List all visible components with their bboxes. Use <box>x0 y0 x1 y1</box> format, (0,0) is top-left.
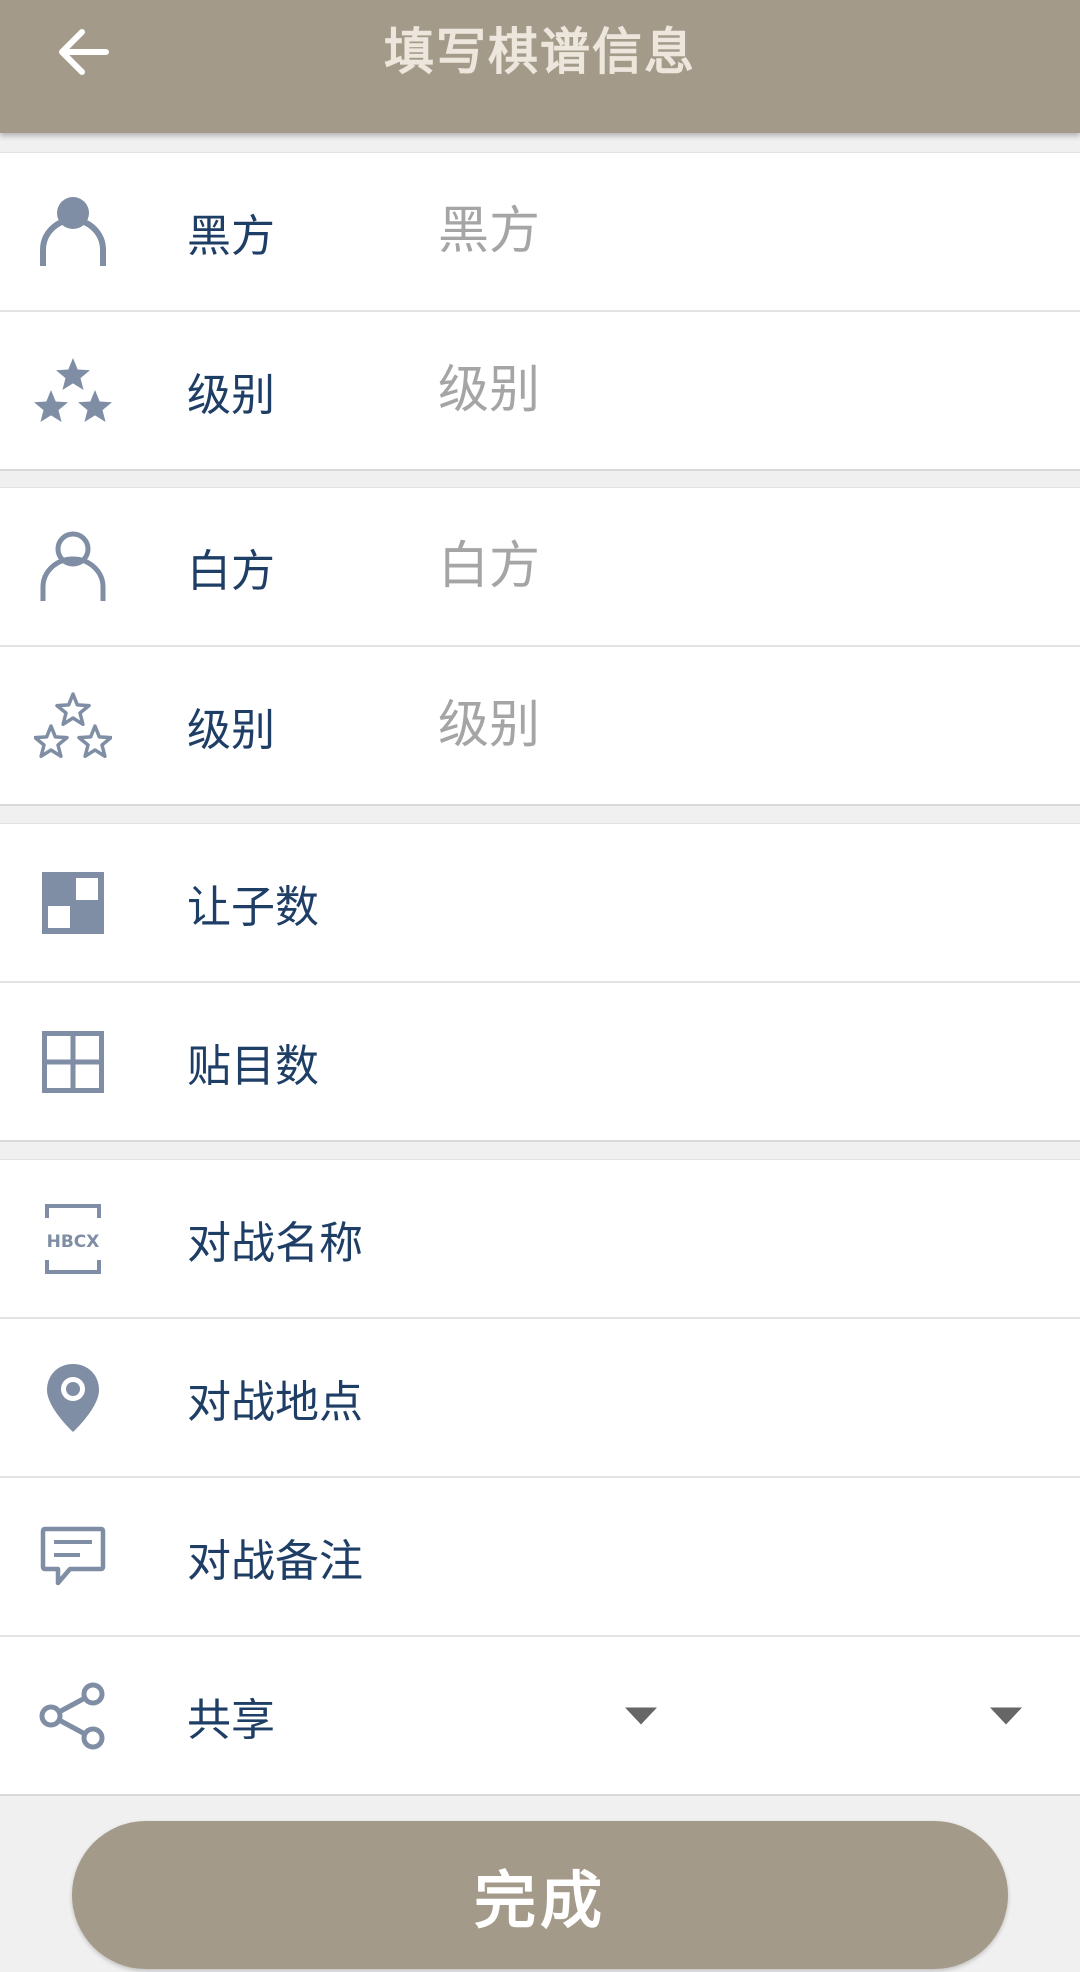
match-notes-label: 对战备注 <box>187 1535 363 1587</box>
komi-label: 贴目数 <box>187 1040 319 1092</box>
location-pin-icon <box>34 1359 112 1437</box>
done-button[interactable]: 完成 <box>72 1821 1008 1969</box>
match-name-label: 对战名称 <box>187 1217 363 1269</box>
black-player-label: 黑方 <box>187 210 275 262</box>
black-rank-input[interactable] <box>438 345 1018 436</box>
game-rules-group: 让子数 贴目数 <box>0 823 1080 1142</box>
handicap-label: 让子数 <box>187 881 319 933</box>
black-player-input[interactable] <box>438 186 1018 277</box>
white-rank-input[interactable] <box>438 680 1018 771</box>
match-notes-row[interactable]: 对战备注 <box>0 1478 1080 1637</box>
share-label: 共享 <box>187 1694 275 1746</box>
share-row: 共享 <box>0 1637 1080 1796</box>
person-outline-icon <box>34 528 112 606</box>
share-target-dropdown[interactable] <box>990 1707 1022 1724</box>
share-scope-dropdown[interactable] <box>625 1707 657 1724</box>
page-title: 填写棋谱信息 <box>384 23 696 81</box>
svg-text:HBCX: HBCX <box>47 1232 100 1252</box>
stars-outline-icon <box>34 687 112 765</box>
white-rank-row: 级别 <box>0 647 1080 806</box>
black-player-group: 黑方 级别 <box>0 152 1080 471</box>
match-location-label: 对战地点 <box>187 1376 363 1428</box>
grid-icon <box>34 1023 112 1101</box>
match-info-group: HBCX 对战名称 对战地点 对战备注 共享 <box>0 1159 1080 1796</box>
comment-icon <box>34 1518 112 1596</box>
black-rank-row: 级别 <box>0 312 1080 471</box>
komi-row[interactable]: 贴目数 <box>0 983 1080 1142</box>
person-filled-icon <box>34 193 112 271</box>
match-location-row[interactable]: 对战地点 <box>0 1319 1080 1478</box>
handicap-grid-icon <box>34 864 112 942</box>
hbcx-badge-icon: HBCX <box>34 1200 112 1278</box>
black-rank-label: 级别 <box>187 369 275 421</box>
share-icon <box>34 1677 112 1755</box>
handicap-row[interactable]: 让子数 <box>0 824 1080 983</box>
match-name-row[interactable]: HBCX 对战名称 <box>0 1160 1080 1319</box>
white-player-label: 白方 <box>187 545 275 597</box>
black-player-row: 黑方 <box>0 153 1080 312</box>
white-player-row: 白方 <box>0 488 1080 647</box>
white-player-group: 白方 级别 <box>0 487 1080 806</box>
white-rank-label: 级别 <box>187 704 275 756</box>
stars-filled-icon <box>34 352 112 430</box>
app-bar: 填写棋谱信息 <box>0 0 1080 133</box>
white-player-input[interactable] <box>438 521 1018 612</box>
